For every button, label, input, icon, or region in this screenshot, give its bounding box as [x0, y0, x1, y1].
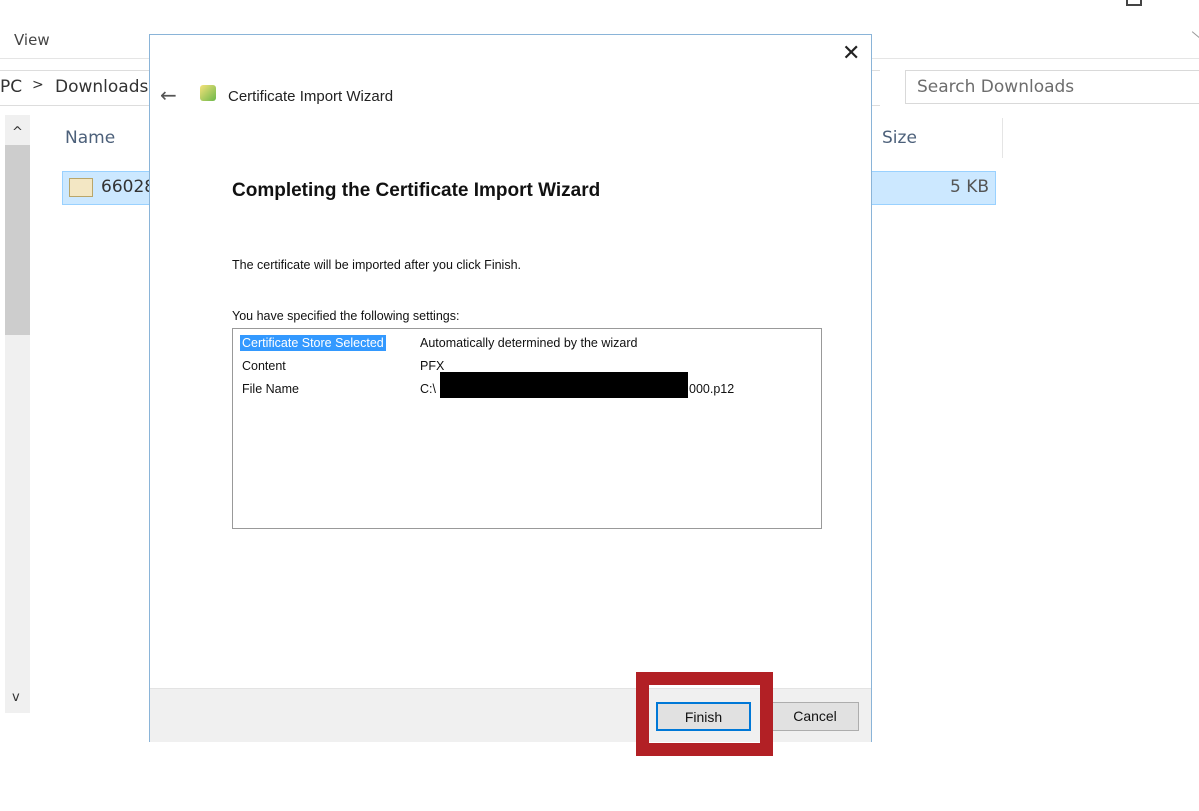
setting-value-filename-suffix: 000.p12 [689, 382, 735, 396]
breadcrumb-downloads[interactable]: Downloads [55, 77, 148, 97]
column-divider[interactable] [1002, 118, 1003, 158]
settings-list[interactable]: Certificate Store Selected Automatically… [232, 328, 822, 529]
wizard-icon [200, 85, 216, 101]
search-input[interactable]: Search Downloads [917, 77, 1074, 97]
breadcrumb-pc[interactable]: PC [0, 77, 22, 97]
setting-value-filename-prefix: C:\ [420, 382, 436, 396]
ribbon-expand-icon[interactable] [1182, 31, 1199, 52]
scroll-up-icon[interactable]: ^ [12, 125, 23, 140]
search-box[interactable]: Search Downloads [905, 70, 1199, 104]
breadcrumb-separator: > [32, 77, 44, 93]
certificate-import-wizard-dialog: ✕ ← Certificate Import Wizard Completing… [149, 34, 872, 742]
scrollbar[interactable]: ^ v [5, 115, 30, 713]
scroll-thumb[interactable] [5, 145, 30, 335]
file-size: 5 KB [949, 177, 989, 197]
menu-view[interactable]: View [14, 31, 50, 49]
scroll-down-icon[interactable]: v [12, 690, 20, 705]
column-header-name[interactable]: Name [65, 128, 115, 148]
redaction-block [440, 372, 688, 398]
back-arrow-icon[interactable]: ← [160, 83, 177, 107]
info-text: The certificate will be imported after y… [232, 258, 521, 272]
settings-label: You have specified the following setting… [232, 309, 460, 323]
setting-value-store: Automatically determined by the wizard [420, 336, 638, 350]
page-heading: Completing the Certificate Import Wizard [232, 180, 601, 201]
setting-key-filename: File Name [242, 382, 299, 396]
setting-key-content: Content [242, 359, 286, 373]
file-name: 66028 [101, 177, 156, 197]
setting-value-content: PFX [420, 359, 445, 373]
finish-highlight-box [636, 672, 773, 756]
setting-key-store[interactable]: Certificate Store Selected [240, 335, 386, 351]
dialog-title: Certificate Import Wizard [228, 88, 394, 105]
column-header-size[interactable]: Size [882, 128, 917, 148]
certificate-file-icon [69, 178, 93, 197]
close-icon[interactable]: ✕ [842, 41, 860, 66]
cancel-button[interactable]: Cancel [771, 702, 859, 731]
title-bar-button-edge [1126, 0, 1142, 6]
